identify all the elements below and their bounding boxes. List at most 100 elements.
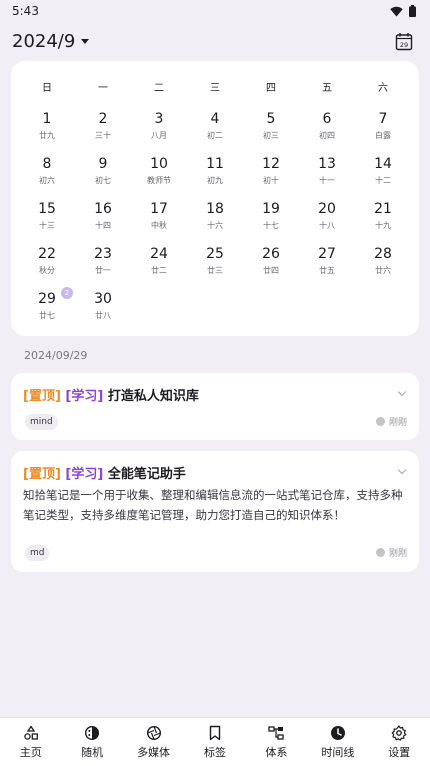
lunar-date: 教师节 xyxy=(147,176,171,185)
calendar-day[interactable]: 16 十四 xyxy=(75,201,131,246)
day-number: 18 xyxy=(206,201,224,217)
nav-item-random[interactable]: 随机 xyxy=(61,718,122,766)
today-day: 29 xyxy=(400,41,408,49)
nav-item-tags[interactable]: 标签 xyxy=(184,718,245,766)
calendar-day[interactable]: 25 廿三 xyxy=(187,246,243,291)
weekday-label: 六 xyxy=(378,83,388,94)
nav-label: 随机 xyxy=(81,745,104,759)
lunar-date: 十六 xyxy=(207,221,223,230)
calendar-day[interactable]: 1 廿九 xyxy=(19,111,75,156)
calendar-day[interactable]: 19 十七 xyxy=(243,201,299,246)
nav-label: 多媒体 xyxy=(137,745,171,759)
note-card[interactable]: [置顶] [学习] 全能笔记助手 知拾笔记是一个用于收集、整理和编辑信息流的一站… xyxy=(11,451,419,572)
calendar-day[interactable]: 12 初十 xyxy=(243,156,299,201)
weekday-label: 二 xyxy=(154,83,164,94)
lunar-date: 廿六 xyxy=(375,266,391,275)
weekday-label: 三 xyxy=(210,83,220,94)
calendar-day[interactable]: 11 初九 xyxy=(187,156,243,201)
calendar-day[interactable]: 5 初三 xyxy=(243,111,299,156)
nav-item-home[interactable]: 主页 xyxy=(0,718,61,766)
day-number: 1 xyxy=(42,111,52,127)
lunar-date: 初七 xyxy=(95,176,111,185)
lunar-date: 三十 xyxy=(95,131,111,140)
note-type-chip[interactable]: mind xyxy=(25,414,58,430)
calendar-day[interactable]: 20 十八 xyxy=(299,201,355,246)
calendar-day[interactable]: 29 廿七 2 xyxy=(19,287,75,336)
day-number: 19 xyxy=(262,201,280,217)
lunar-date: 廿一 xyxy=(95,266,111,275)
caret-down-icon xyxy=(81,38,90,44)
nav-label: 标签 xyxy=(203,745,226,759)
note-time-text: 刚刚 xyxy=(388,418,407,428)
hierarchy-icon xyxy=(268,725,285,740)
lunar-date: 十四 xyxy=(95,221,111,230)
gear-icon xyxy=(391,724,407,741)
calendar-day[interactable]: 13 十一 xyxy=(299,156,355,201)
shapes-icon xyxy=(23,724,38,740)
day-number: 3 xyxy=(154,111,164,127)
lunar-date: 白露 xyxy=(375,131,391,140)
calendar-day[interactable]: 30 廿八 xyxy=(75,291,131,336)
lunar-date: 廿四 xyxy=(263,266,279,275)
calendar-day[interactable]: 4 初二 xyxy=(187,111,243,156)
calendar-day[interactable]: 8 初六 xyxy=(19,156,75,201)
header: 2024/9 29 xyxy=(0,26,430,56)
calendar-day[interactable]: 15 十三 xyxy=(19,201,75,246)
lunar-date: 初六 xyxy=(39,176,55,185)
day-number: 11 xyxy=(206,156,224,172)
day-number: 20 xyxy=(318,201,336,217)
calendar-day[interactable]: 10 教师节 xyxy=(131,156,187,201)
note-count: 2 xyxy=(64,288,70,297)
day-number: 12 xyxy=(262,156,280,172)
lunar-date: 十一 xyxy=(319,176,335,185)
lunar-date: 八月 xyxy=(151,131,167,140)
nav-item-system[interactable]: 体系 xyxy=(246,718,307,766)
note-title: [置顶] [学习] 打造私人知识库 xyxy=(23,385,199,404)
weekday-row: 日一二三四五六 xyxy=(11,79,419,94)
calendar-day[interactable]: 2 三十 xyxy=(75,111,131,156)
today-button[interactable]: 29 xyxy=(392,29,416,53)
status-bar: 5:43 xyxy=(0,0,430,22)
status-time: 5:43 xyxy=(12,4,39,18)
chevron-down-icon[interactable] xyxy=(397,465,407,475)
day-number: 10 xyxy=(150,156,168,172)
calendar-day[interactable]: 9 初七 xyxy=(75,156,131,201)
calendar-day[interactable]: 18 十六 xyxy=(187,201,243,246)
calendar-day[interactable]: 7 白露 xyxy=(355,111,411,156)
lunar-date: 十七 xyxy=(263,221,279,230)
calendar-day[interactable]: 23 廿一 xyxy=(75,246,131,291)
nav-item-settings[interactable]: 设置 xyxy=(369,718,430,766)
day-grid: 1 廿九 2 三十 3 八月 4 初二 5 初三 6 初四 7 白露 8 初六 9 初七 10 教师节 11 初九 12 初十… xyxy=(11,111,419,336)
bottom-nav: 主页 随机 多媒体 标签 体系 时间线 设置 xyxy=(0,717,430,766)
calendar-day[interactable]: 26 廿四 xyxy=(243,246,299,291)
day-number: 13 xyxy=(318,156,336,172)
note-card[interactable]: [置顶] [学习] 打造私人知识库 mind 刚刚 xyxy=(11,373,419,440)
aperture-icon xyxy=(146,725,161,740)
day-number: 8 xyxy=(42,156,52,172)
calendar-day[interactable]: 27 廿五 xyxy=(299,246,355,291)
lunar-date: 初三 xyxy=(263,131,279,140)
note-type-chip[interactable]: md xyxy=(25,545,50,561)
calendar-day[interactable]: 17 中秋 xyxy=(131,201,187,246)
calendar-day[interactable]: 3 八月 xyxy=(131,111,187,156)
calendar-day[interactable]: 14 十二 xyxy=(355,156,411,201)
day-number: 23 xyxy=(94,246,112,262)
lunar-date: 廿七 xyxy=(39,311,55,320)
month-picker[interactable]: 2024/9 xyxy=(12,31,90,52)
calendar-day[interactable]: 6 初四 xyxy=(299,111,355,156)
nav-item-media[interactable]: 多媒体 xyxy=(123,718,184,766)
lunar-date: 初二 xyxy=(207,131,223,140)
lunar-date: 廿三 xyxy=(207,266,223,275)
chevron-down-icon[interactable] xyxy=(397,387,407,397)
calendar-day[interactable]: 28 廿六 xyxy=(355,246,411,291)
battery-icon xyxy=(409,5,416,17)
calendar-day[interactable]: 24 廿二 xyxy=(131,246,187,291)
clock-icon xyxy=(375,417,385,426)
lunar-date: 十三 xyxy=(39,221,55,230)
calendar-day[interactable]: 21 十九 xyxy=(355,201,411,246)
note-time: 刚刚 xyxy=(375,415,407,428)
nav-item-timeline[interactable]: 时间线 xyxy=(307,718,368,766)
day-number: 24 xyxy=(150,246,168,262)
calendar-day[interactable]: 22 秋分 xyxy=(19,246,75,291)
selected-date-label: 2024/09/29 xyxy=(24,349,88,362)
